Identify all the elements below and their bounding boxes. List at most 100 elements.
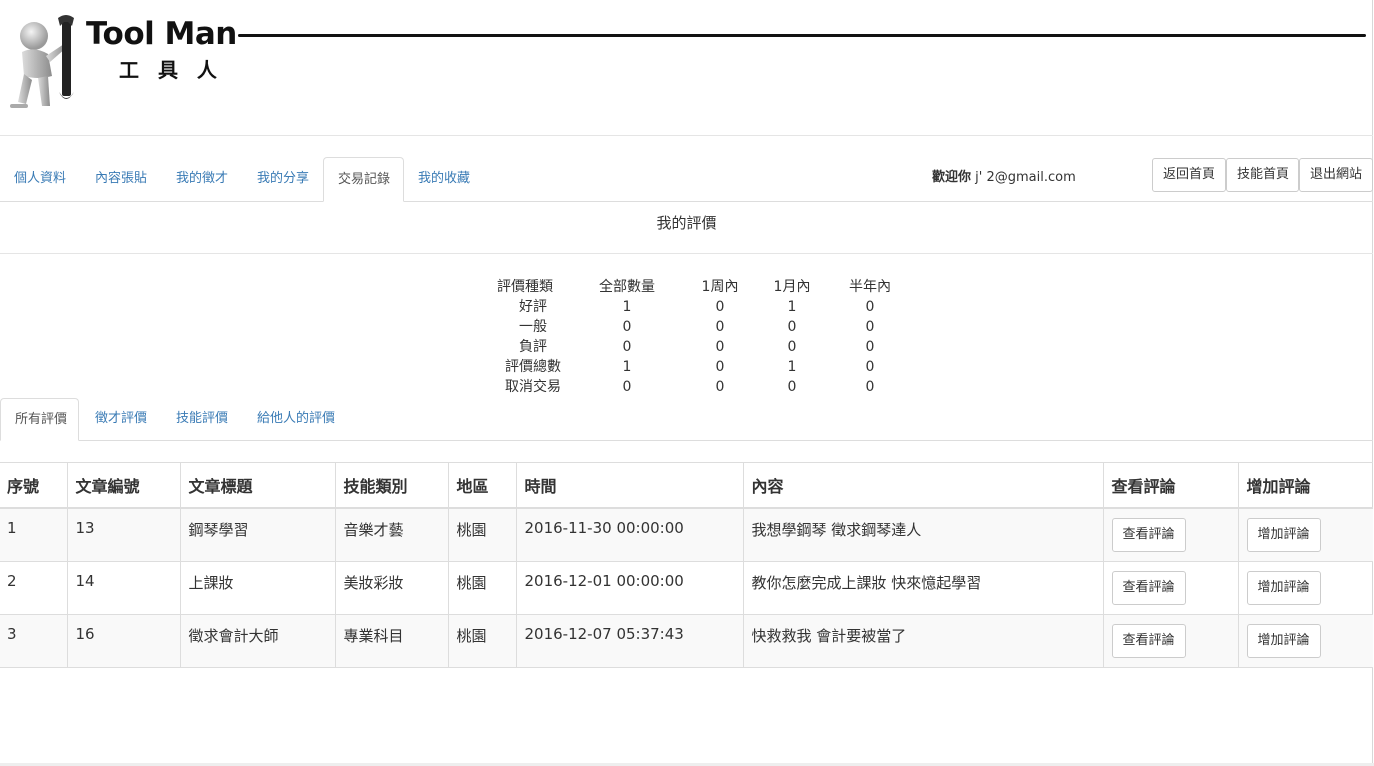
- stats-value: 0: [865, 359, 875, 375]
- logout-button[interactable]: 退出網站: [1299, 158, 1373, 192]
- cell-time: 2016-12-07 05:37:43: [515, 614, 743, 668]
- table-row: 3 16 徵求會計大師 專業科目 桃園 2016-12-07 05:37:43 …: [0, 614, 1373, 668]
- add-comment-button[interactable]: 增加評論: [1246, 570, 1321, 605]
- cell-category: 專業科目: [334, 614, 448, 668]
- cell-content: 快救救我 會計要被當了: [742, 614, 1103, 668]
- cell-article-id: 16: [66, 614, 180, 668]
- cell-region: 桃園: [447, 614, 516, 668]
- stats-value: 0: [715, 299, 725, 315]
- stats-value: 0: [865, 379, 875, 395]
- cell-title: 上課妝: [179, 561, 335, 615]
- stats-value: 1: [787, 359, 797, 375]
- tab-recruitment-ratings[interactable]: 徵才評價: [81, 398, 161, 440]
- stats-value: 0: [787, 379, 797, 395]
- welcome-email: j' 2@gmail.com: [975, 170, 1076, 185]
- table-row: 1 13 鋼琴學習 音樂才藝 桃園 2016-11-30 00:00:00 我想…: [0, 508, 1373, 562]
- stats-value: 0: [715, 339, 725, 355]
- cell-view: 查看評論: [1102, 561, 1238, 615]
- cell-no: 3: [0, 614, 67, 668]
- stats-row-label: 評價總數: [505, 359, 561, 375]
- logo-subtitle: 工 具 人: [119, 58, 223, 82]
- cell-time: 2016-12-01 00:00:00: [515, 561, 743, 615]
- tab-all-ratings[interactable]: 所有評價: [0, 398, 79, 441]
- stats-value: 0: [865, 299, 875, 315]
- cell-title: 徵求會計大師: [179, 614, 335, 668]
- cell-article-id: 14: [66, 561, 180, 615]
- view-comments-button[interactable]: 查看評論: [1111, 570, 1186, 605]
- column-header: 增加評論: [1237, 462, 1373, 509]
- column-header: 文章標題: [179, 462, 335, 509]
- view-comments-button[interactable]: 查看評論: [1111, 518, 1186, 552]
- cell-time: 2016-11-30 00:00:00: [515, 508, 743, 562]
- cell-add: 增加評論: [1237, 614, 1373, 668]
- view-comments-button[interactable]: 查看評論: [1111, 623, 1186, 658]
- stats-row-label: 取消交易: [505, 379, 561, 395]
- tab-my-share[interactable]: 我的分享: [243, 157, 323, 201]
- column-header: 查看評論: [1102, 462, 1238, 509]
- section-title: 我的評價: [656, 214, 717, 232]
- ratings-table: 序號 文章編號 文章標題 技能類別 地區 時間 內容 查看評論 增加評論 1 1…: [0, 462, 1373, 668]
- stats-value: 0: [622, 379, 632, 395]
- column-header: 技能類別: [334, 462, 448, 509]
- cell-no: 2: [0, 561, 67, 615]
- column-header: 內容: [742, 462, 1103, 509]
- add-comment-button[interactable]: 增加評論: [1246, 518, 1321, 552]
- stats-header: 評價種類: [497, 279, 553, 295]
- column-header: 時間: [515, 462, 743, 509]
- cell-add: 增加評論: [1237, 508, 1373, 562]
- cell-title: 鋼琴學習: [179, 508, 335, 562]
- top-divider: [0, 135, 1373, 136]
- stats-value: 0: [715, 319, 725, 335]
- column-header: 地區: [447, 462, 516, 509]
- logo-title: Tool Man: [86, 16, 237, 52]
- tool-man-figure-icon: [10, 15, 74, 108]
- tab-my-recruitment[interactable]: 我的徵才: [162, 157, 242, 201]
- stats-value: 0: [787, 339, 797, 355]
- cell-category: 美妝彩妝: [334, 561, 448, 615]
- rating-sub-tabs: 所有評價 徵才評價 技能評價 給他人的評價: [0, 398, 1373, 441]
- cell-content: 我想學鋼琴 徵求鋼琴達人: [742, 508, 1103, 562]
- stats-row-label: 好評: [519, 299, 547, 315]
- welcome-message: 歡迎你 j' 2@gmail.com: [932, 166, 1076, 185]
- header-divider: [238, 34, 1366, 37]
- cell-content: 教你怎麼完成上課妝 快來憶起學習: [742, 561, 1103, 615]
- stats-header: 半年內: [849, 279, 891, 295]
- site-logo[interactable]: Tool Man 工 具 人: [8, 12, 248, 112]
- stats-value: 0: [787, 319, 797, 335]
- back-to-home-button[interactable]: 返回首頁: [1152, 158, 1226, 192]
- cell-view: 查看評論: [1102, 508, 1238, 562]
- stats-value: 1: [622, 299, 632, 315]
- tab-post-content[interactable]: 內容張貼: [81, 157, 161, 201]
- cell-add: 增加評論: [1237, 561, 1373, 615]
- stats-header: 1月內: [773, 279, 811, 295]
- stats-value: 0: [622, 339, 632, 355]
- section-divider: [0, 253, 1373, 254]
- add-comment-button[interactable]: 增加評論: [1246, 623, 1321, 658]
- cell-no: 1: [0, 508, 67, 562]
- column-header: 序號: [0, 462, 67, 509]
- tab-skill-ratings[interactable]: 技能評價: [162, 398, 242, 440]
- stats-row-label: 一般: [519, 319, 547, 335]
- stats-value: 0: [715, 359, 725, 375]
- tab-my-favorites[interactable]: 我的收藏: [404, 157, 484, 201]
- stats-value: 1: [622, 359, 632, 375]
- tab-transaction-records[interactable]: 交易記錄: [323, 157, 404, 202]
- stats-value: 1: [787, 299, 797, 315]
- table-row: 2 14 上課妝 美妝彩妝 桃園 2016-12-01 00:00:00 教你怎…: [0, 561, 1373, 615]
- cell-category: 音樂才藝: [334, 508, 448, 562]
- stats-value: 0: [622, 319, 632, 335]
- tab-profile[interactable]: 個人資料: [0, 157, 80, 201]
- cell-region: 桃園: [447, 508, 516, 562]
- cell-article-id: 13: [66, 508, 180, 562]
- table-header-row: 序號 文章編號 文章標題 技能類別 地區 時間 內容 查看評論 增加評論: [0, 462, 1373, 509]
- stats-value: 0: [865, 339, 875, 355]
- column-header: 文章編號: [66, 462, 180, 509]
- cell-region: 桃園: [447, 561, 516, 615]
- stats-value: 0: [715, 379, 725, 395]
- tab-ratings-given[interactable]: 給他人的評價: [243, 398, 349, 440]
- stats-value: 0: [865, 319, 875, 335]
- stats-row-label: 負評: [519, 339, 547, 355]
- skill-home-button[interactable]: 技能首頁: [1226, 158, 1299, 192]
- stats-header: 全部數量: [599, 279, 655, 295]
- cell-view: 查看評論: [1102, 614, 1238, 668]
